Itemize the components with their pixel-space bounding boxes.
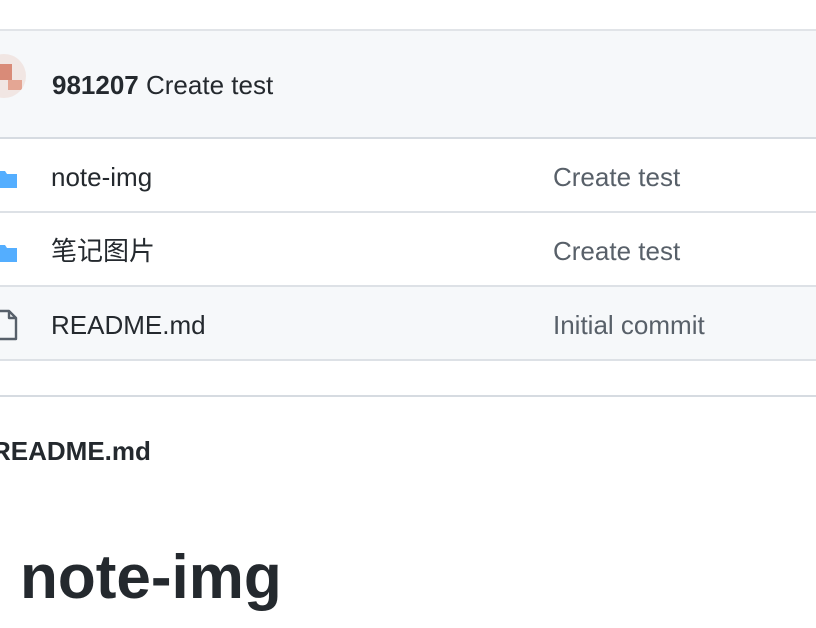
latest-commit-bar: 981207 Create test <box>0 31 816 139</box>
folder-icon <box>0 245 17 262</box>
commit-hash-link[interactable]: 981207 <box>52 70 139 100</box>
folder-icon <box>0 171 17 188</box>
repository-page: 981207 Create test note-img Create test … <box>0 0 816 628</box>
latest-commit-text: 981207 Create test <box>52 70 273 100</box>
readme-heading: note-img <box>20 543 282 612</box>
readme-filename[interactable]: README.md <box>0 436 151 466</box>
file-row: 笔记图片 Create test <box>0 213 816 287</box>
file-commit-message-link[interactable]: Create test <box>553 236 680 266</box>
file-row: note-img Create test <box>0 139 816 213</box>
commit-message-link[interactable]: Create test <box>146 70 273 100</box>
file-commit-message-link[interactable]: Create test <box>553 162 680 192</box>
file-name-link[interactable]: README.md <box>51 310 206 340</box>
file-icon <box>0 309 18 341</box>
divider <box>0 395 816 397</box>
file-commit-message-link[interactable]: Initial commit <box>553 310 705 340</box>
avatar[interactable] <box>0 54 26 98</box>
file-name-link[interactable]: 笔记图片 <box>51 236 155 266</box>
file-name-link[interactable]: note-img <box>51 162 152 192</box>
file-row: README.md Initial commit <box>0 287 816 361</box>
